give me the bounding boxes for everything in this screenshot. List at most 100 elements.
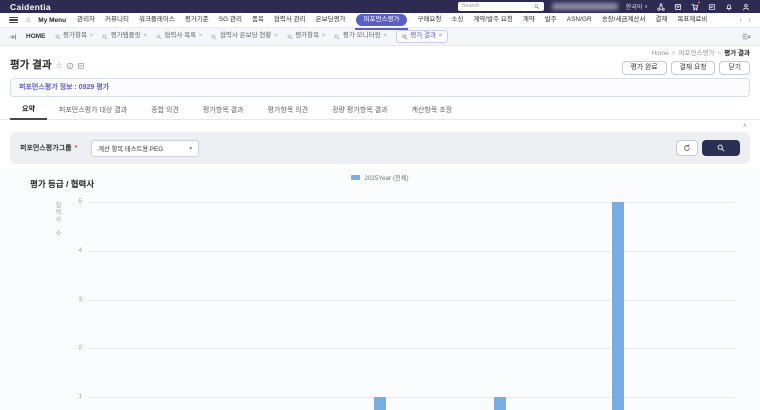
- guide-icon[interactable]: [77, 62, 85, 70]
- menu-item[interactable]: 협력사 관리: [274, 17, 306, 24]
- filter-bar: 퍼포먼스평가그룹 * 계산 항목 테스트용.PEG ▾: [10, 132, 750, 164]
- close-tab-icon[interactable]: ×: [439, 33, 443, 40]
- tab-label: 평가 결과: [410, 33, 436, 40]
- global-search-input[interactable]: Search: [458, 2, 544, 11]
- app-window: Caidentia Search 한국어 ∨: [0, 0, 760, 410]
- tab-home[interactable]: HOME: [26, 33, 46, 40]
- pin-icon: [211, 34, 217, 40]
- cart-badge: [697, 0, 702, 5]
- close-tab-icon[interactable]: ×: [383, 33, 387, 40]
- menu-items: 관리자 커뮤니티 워크플레이스 평가기준 SG 관리 품목 협력사 관리 온보딩평가 퍼포먼스평…: [77, 14, 732, 26]
- evaluation-group-select[interactable]: 계산 항목 테스트용.PEG ▾: [91, 140, 199, 157]
- close-tab-icon[interactable]: ×: [322, 33, 326, 40]
- refresh-button[interactable]: [676, 140, 698, 156]
- menu-item[interactable]: 목표재료비: [677, 17, 707, 24]
- feedback-icon[interactable]: [707, 2, 716, 11]
- breadcrumb-item[interactable]: 평가 결과: [724, 51, 750, 58]
- menu-item[interactable]: 온보딩평가: [316, 17, 346, 24]
- tab[interactable]: 평가 결과×: [396, 30, 449, 44]
- search-placeholder: Search: [462, 4, 532, 10]
- menu-item[interactable]: 송장/세금계산서: [602, 17, 646, 24]
- title-icons: ☆: [56, 62, 85, 70]
- info-icon[interactable]: [66, 62, 74, 70]
- legend-swatch: [351, 175, 360, 180]
- menu-item[interactable]: SG 관리: [219, 17, 242, 24]
- menu-item[interactable]: 품목: [252, 17, 264, 24]
- evaluation-info-box: 퍼포먼스평가 정보 : 0929 평가: [10, 78, 750, 97]
- menu-item[interactable]: 구매요청: [417, 17, 441, 24]
- menu-item[interactable]: 결재: [655, 17, 667, 24]
- hamburger-menu-icon[interactable]: [9, 17, 18, 23]
- required-asterisk: *: [75, 145, 78, 152]
- menu-item[interactable]: 커뮤니티: [105, 17, 129, 24]
- close-tab-icon[interactable]: ×: [89, 33, 93, 40]
- menu-item[interactable]: 계약/발주 요청: [473, 17, 513, 24]
- collapse-section-icon[interactable]: ∧: [743, 123, 747, 129]
- tab-label: 평가항목: [63, 33, 87, 40]
- chart-legend[interactable]: 2025Year (전체): [0, 173, 760, 182]
- close-tab-icon[interactable]: ×: [274, 33, 278, 40]
- app-logo: Caidentia: [10, 2, 51, 12]
- pin-tabs-icon[interactable]: [9, 33, 17, 41]
- menu-item[interactable]: ASN/GR: [567, 17, 592, 24]
- menu-item[interactable]: 평가기준: [185, 17, 209, 24]
- menu-prev-icon[interactable]: ‹: [739, 17, 741, 24]
- menu-next-icon[interactable]: ›: [749, 17, 751, 24]
- pin-icon: [334, 34, 340, 40]
- menu-item[interactable]: 소싱: [451, 17, 463, 24]
- subtab[interactable]: 정량 평가항목 결과: [320, 102, 399, 119]
- tab[interactable]: 평가항목×: [287, 33, 326, 40]
- tab[interactable]: 협력사 목록×: [156, 33, 203, 40]
- close-tab-icon[interactable]: ×: [199, 33, 203, 40]
- user-info-redacted: [552, 3, 618, 10]
- menu-item[interactable]: 퍼포먼스평가: [356, 14, 408, 26]
- close-all-tabs-icon[interactable]: [742, 32, 751, 41]
- search-icon: [534, 4, 540, 10]
- bell-icon[interactable]: [724, 2, 733, 11]
- subtab[interactable]: 종합 의견: [139, 102, 191, 119]
- breadcrumb-separator: >: [717, 51, 721, 58]
- filter-right: [676, 140, 740, 156]
- subtab[interactable]: 평가항목 의견: [256, 102, 321, 119]
- tab-label: 평가템플릿: [111, 33, 141, 40]
- cart-icon[interactable]: [690, 2, 699, 11]
- header-button[interactable]: 닫기: [719, 61, 750, 76]
- search-button[interactable]: [702, 140, 740, 156]
- tab[interactable]: 평가템플릿×: [102, 33, 147, 40]
- chart-card: 2025Year (전체) 평가 등급 / 협력사 협력사 수 54321: [0, 169, 760, 410]
- language-selector[interactable]: 한국어 ∨: [626, 2, 648, 11]
- tab[interactable]: 협력사 온보딩 현황×: [211, 33, 277, 40]
- bar[interactable]: [374, 397, 386, 410]
- open-tabs-bar: HOME 평가항목×평가템플릿×협력사 목록×협력사 온보딩 현황×평가항목×평…: [0, 28, 760, 46]
- breadcrumb-separator: >: [672, 51, 676, 58]
- menu-item[interactable]: 발주: [545, 17, 557, 24]
- bar[interactable]: [494, 397, 506, 410]
- subtab[interactable]: 퍼포먼스평가 대상 결과: [47, 102, 139, 119]
- gridline: [88, 202, 735, 203]
- header-button[interactable]: 평가 완료: [622, 61, 667, 76]
- menu-item[interactable]: 관리자: [77, 17, 95, 24]
- topbar-right: Search 한국어 ∨: [458, 2, 750, 11]
- subtab[interactable]: 평가항목 결과: [191, 102, 256, 119]
- close-tab-icon[interactable]: ×: [143, 33, 147, 40]
- tab-label: 평가 모니터링: [343, 33, 381, 40]
- tab[interactable]: 평가항목×: [55, 33, 94, 40]
- user-icon[interactable]: [741, 2, 750, 11]
- favorite-star-icon[interactable]: ☆: [56, 62, 63, 70]
- subtab[interactable]: 계산항목 조정: [400, 102, 465, 119]
- main-menu-bar: ☆ My Menu 관리자커뮤니티워크플레이스평가기준SG 관리품목협력사 관리…: [0, 13, 760, 28]
- package-icon[interactable]: [673, 2, 682, 11]
- breadcrumb-item[interactable]: 퍼포먼스평가: [679, 51, 715, 58]
- subtabs: 요약퍼포먼스평가 대상 결과종합 의견평가항목 결과평가항목 의견정량 평가항목…: [0, 102, 760, 120]
- menu-item[interactable]: 계약: [523, 17, 535, 24]
- subtab[interactable]: 요약: [10, 101, 47, 120]
- topbar: Caidentia Search 한국어 ∨: [0, 0, 760, 13]
- header-button[interactable]: 결재 요청: [671, 61, 716, 76]
- tab[interactable]: 평가 모니터링×: [334, 33, 386, 40]
- filter-label: 퍼포먼스평가그룹: [20, 143, 72, 153]
- bar[interactable]: [612, 202, 624, 410]
- breadcrumb-item[interactable]: Home: [651, 51, 668, 58]
- my-menu-label[interactable]: My Menu: [38, 17, 66, 24]
- network-icon[interactable]: [656, 2, 665, 11]
- menu-item[interactable]: 워크플레이스: [139, 17, 175, 24]
